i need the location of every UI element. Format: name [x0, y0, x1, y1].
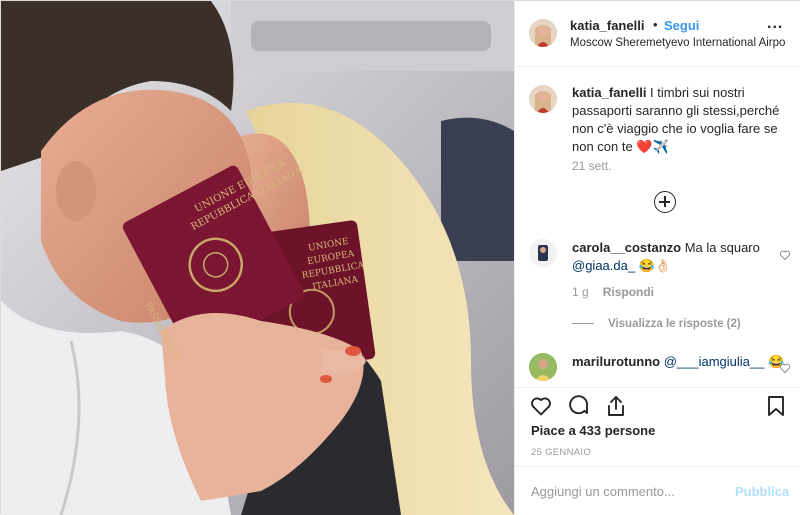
replies-divider	[572, 323, 594, 325]
plus-circle-icon[interactable]	[654, 191, 676, 213]
post-date[interactable]: 25 GENNAIO	[531, 447, 591, 458]
comment-like-icon[interactable]	[779, 362, 791, 374]
post-side-panel: katia_fanelli • Segui Moscow Sheremetyev…	[514, 1, 800, 515]
post-photo[interactable]: UNIONE EUROPEA REPUBBLICA ITALIANA PASSA…	[1, 1, 514, 515]
more-icon[interactable]: ...	[767, 15, 783, 33]
view-replies-label: Visualizza le risposte (2)	[608, 318, 741, 330]
comment-meta: 1 g Rispondi	[572, 285, 654, 299]
publish-button[interactable]: Pubblica	[735, 484, 789, 499]
author-username[interactable]: katia_fanelli	[570, 18, 644, 33]
author-avatar[interactable]	[529, 19, 557, 47]
caption-username[interactable]: katia_fanelli	[572, 85, 646, 100]
comment-avatar[interactable]	[529, 239, 557, 267]
post-header: katia_fanelli • Segui Moscow Sheremetyev…	[515, 1, 800, 67]
comment-time[interactable]: 1 g	[572, 285, 589, 299]
author-avatar-image	[529, 19, 557, 47]
comment-icon[interactable]	[567, 394, 591, 418]
separator-dot: •	[653, 17, 658, 32]
comment-username[interactable]: carola__costanzo	[572, 240, 681, 255]
bookmark-icon[interactable]	[764, 394, 788, 418]
comments-list[interactable]: katia_fanelli I timbri sui nostri passap…	[515, 67, 800, 387]
comment-avatar-image	[529, 353, 557, 381]
caption-avatar-image	[529, 85, 557, 113]
likes-count[interactable]: Piace a 433 persone	[531, 423, 655, 438]
comment-input[interactable]	[531, 481, 721, 501]
reply-button[interactable]: Rispondi	[603, 285, 654, 299]
comment-like-icon[interactable]	[779, 249, 791, 261]
comment-text: marilurotunno @___iamgiulia__ 😂	[572, 353, 784, 371]
comment-icon-graphic	[569, 395, 588, 415]
share-icon[interactable]	[604, 394, 628, 418]
comment-avatar-image	[529, 239, 557, 267]
kiss-passport-photo	[1, 1, 514, 515]
comment-emoji: 😂👌🏻	[635, 258, 672, 273]
heart-icon-graphic	[531, 397, 551, 416]
instagram-post: UNIONE EUROPEA REPUBBLICA ITALIANA PASSA…	[0, 0, 800, 515]
comment-body: Ma la squaro	[681, 240, 760, 255]
caption-time[interactable]: 21 sett.	[572, 159, 611, 173]
heart-icon[interactable]	[529, 394, 553, 418]
location-link[interactable]: Moscow Sheremetyevo International Airpor…	[570, 37, 785, 49]
comment-username[interactable]: marilurotunno	[572, 354, 660, 369]
view-replies-button[interactable]: Visualizza le risposte (2)	[572, 318, 741, 330]
comment-mention[interactable]: @giaa.da_	[572, 258, 635, 273]
follow-button[interactable]: Segui	[664, 18, 699, 33]
comment-mention[interactable]: @___iamgiulia__	[660, 354, 765, 369]
comment-avatar[interactable]	[529, 353, 557, 381]
caption-text: katia_fanelli I timbri sui nostri passap…	[572, 84, 786, 156]
caption-avatar[interactable]	[529, 85, 557, 113]
action-bar	[515, 387, 800, 427]
add-comment-bar: Pubblica	[515, 466, 800, 515]
share-icon-graphic	[608, 396, 624, 416]
bookmark-icon-graphic	[768, 396, 784, 416]
comment-text: carola__costanzo Ma la squaro @giaa.da_ …	[572, 239, 772, 275]
